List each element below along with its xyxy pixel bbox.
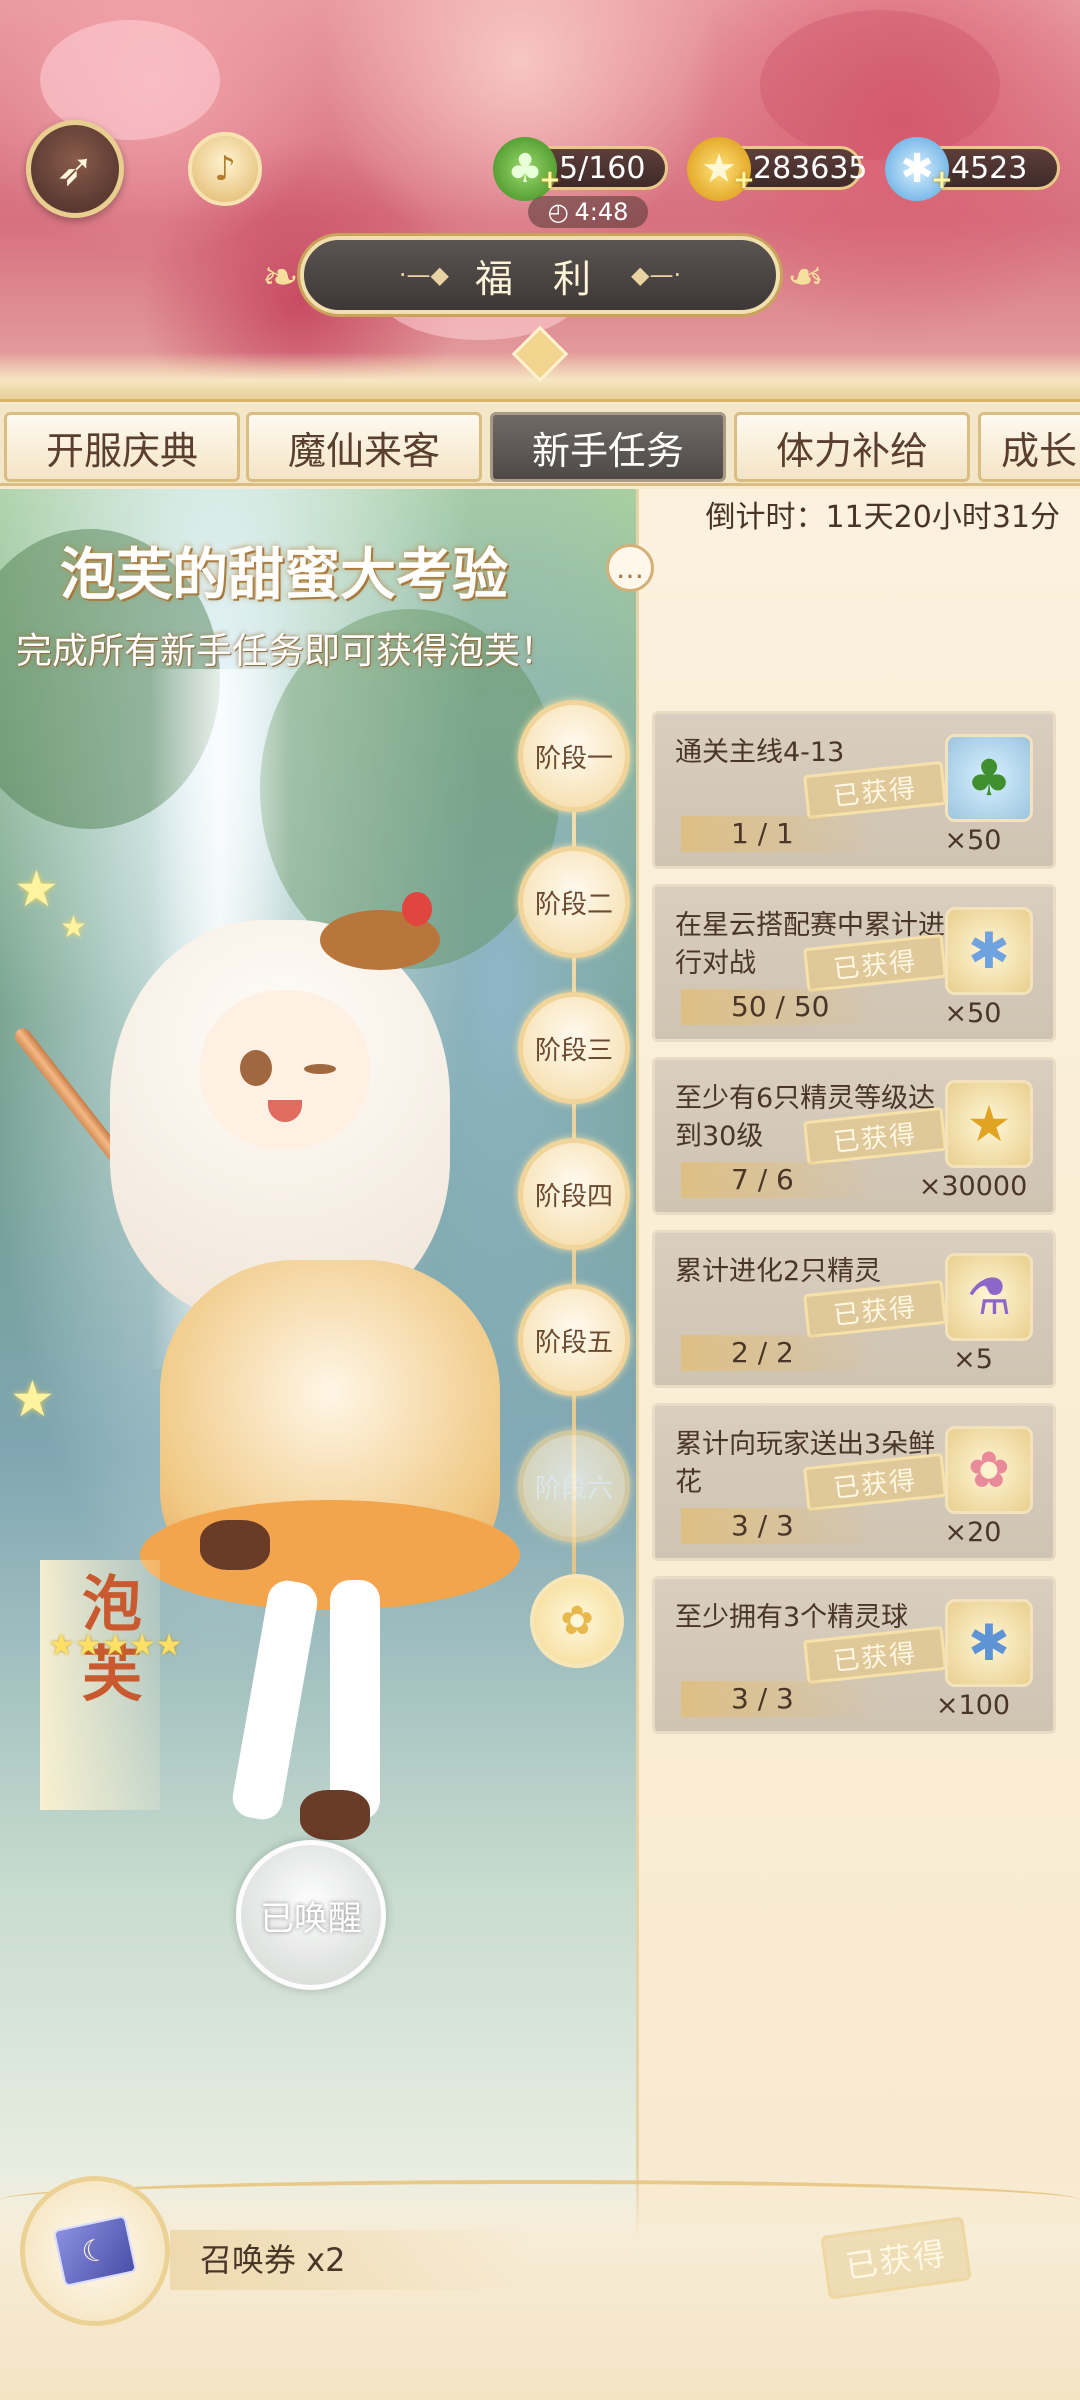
page-title-banner: ·—◆ 福 利 ◆—· (300, 236, 780, 314)
star-icon: ★ (101, 1628, 129, 1663)
task-progress: 3 / 3 (681, 1681, 881, 1717)
gold-value: 283635 (753, 150, 868, 186)
stage-label: 阶段四 (534, 1181, 613, 1212)
back-button[interactable]: ➶ (26, 120, 124, 218)
strawberry-drawing (402, 892, 432, 926)
tab-label: 体力补给 (775, 428, 928, 473)
task-card: 至少有6只精灵等级达到30级 已获得 7 / 6 ★ ×30000 (652, 1057, 1056, 1215)
star-icon: ★ (10, 1370, 55, 1428)
task-card: 累计进化2只精灵 已获得 2 / 2 ⚗ ×5 (652, 1230, 1056, 1388)
tab-growth[interactable]: 成长 (978, 412, 1080, 482)
title-decoration-left: ·—◆ (398, 261, 449, 289)
leg-drawing (330, 1580, 380, 1820)
tab-label: 成长 (1001, 428, 1078, 473)
tab-opening-celebration[interactable]: 开服庆典 (4, 412, 240, 482)
crystal-ball-icon: ✱ (945, 1599, 1033, 1687)
flower-icon: ✿ (945, 1426, 1033, 1514)
task-progress: 3 / 3 (681, 1508, 881, 1544)
eye-drawing (240, 1050, 272, 1086)
task-progress: 50 / 50 (681, 989, 881, 1025)
reward-count: ×50 (944, 998, 1002, 1029)
shoe-drawing (300, 1790, 370, 1840)
awakened-label: 已唤醒 (260, 1898, 362, 1939)
star-icon: ★ (128, 1628, 156, 1663)
reward-count: ×100 (935, 1690, 1011, 1721)
task-progress: 7 / 6 (681, 1162, 881, 1198)
clover-icon: ♣ (945, 734, 1033, 822)
tab-label: 新手任务 (531, 428, 684, 473)
stage-node-3[interactable]: 阶段三 (518, 992, 630, 1104)
task-progress: 2 / 2 (681, 1335, 881, 1371)
event-subtitle: 完成所有新手任务即可获得泡芙！ (16, 631, 557, 672)
task-progress: 1 / 1 (681, 816, 881, 852)
reward-count: ×50 (944, 825, 1002, 856)
summon-ticket-icon: ☾ (52, 2214, 138, 2288)
eye-drawing (304, 1064, 336, 1074)
info-bubble-icon[interactable]: … (606, 544, 654, 592)
bottom-arc-divider (0, 2180, 1080, 2220)
stage-label: 阶段三 (534, 1035, 613, 1066)
star-icon: ★ (74, 1628, 102, 1663)
shoe-drawing (200, 1520, 270, 1570)
tab-stamina-supply[interactable]: 体力补给 (734, 412, 970, 482)
task-card: 至少拥有3个精灵球 已获得 3 / 3 ✱ ×100 (652, 1576, 1056, 1734)
task-card: 在星云搭配赛中累计进行对战 已获得 50 / 50 ✱ ×50 (652, 884, 1056, 1042)
stage-node-1[interactable]: 阶段一 (518, 700, 630, 812)
stage-node-6[interactable]: 阶段六 (518, 1430, 630, 1542)
tab-newbie-tasks[interactable]: 新手任务 (490, 412, 726, 482)
welfare-screen: ➶ ♪ ♣ + 5/160 ◴ 4:48 ★ + 283635 ✱ + 4523… (0, 0, 1080, 2400)
stage-label: 阶段六 (534, 1473, 613, 1504)
reward-count: ×30000 (918, 1171, 1028, 1202)
star-icon: ★ (60, 910, 87, 945)
page-title: 福 利 (474, 256, 606, 301)
final-reward-icon-frame[interactable]: ☾ (20, 2176, 170, 2326)
event-countdown: 倒计时：11天20小时31分 (705, 500, 1060, 535)
clock-icon: ◴ (547, 198, 569, 226)
awakened-button[interactable]: 已唤醒 (236, 1840, 386, 1990)
reward-count: ×5 (953, 1344, 993, 1375)
stage-end-bow-icon: ✿ (530, 1574, 624, 1668)
stage-label: 阶段二 (534, 889, 613, 920)
coin-icon: ★ (945, 1080, 1033, 1168)
crystal-icon: ✱ (945, 907, 1033, 995)
stage-label: 阶段一 (534, 743, 613, 774)
event-title: 泡芙的甜蜜大考验 (60, 543, 508, 608)
tab-label: 开服庆典 (45, 428, 198, 473)
stamina-counter[interactable]: ♣ + 5/160 (493, 137, 668, 201)
task-card: 通关主线4-13 已获得 1 / 1 ♣ ×50 (652, 711, 1056, 869)
face-drawing (200, 990, 370, 1150)
stamina-timer-value: 4:48 (574, 198, 629, 226)
stamina-value: 5/160 (559, 150, 646, 186)
task-card: 累计向玩家送出3朵鲜花 已获得 3 / 3 ✿ ×20 (652, 1403, 1056, 1561)
plus-icon: + (931, 165, 953, 195)
notification-button[interactable]: ♪ (188, 132, 262, 206)
mouth-drawing (268, 1100, 302, 1122)
gold-counter[interactable]: ★ + 283635 (687, 137, 868, 201)
petal-decoration (760, 10, 1000, 160)
tab-bar: 开服庆典 魔仙来客 新手任务 体力补给 成长 (0, 404, 1080, 486)
bell-icon: ♪ (214, 149, 236, 189)
title-decoration-right: ◆—· (631, 261, 682, 289)
crystal-counter[interactable]: ✱ + 4523 (885, 137, 1060, 201)
rarity-stars: ★★★★★ (48, 1628, 183, 1664)
final-reward-label: 召唤券 x2 (170, 2230, 530, 2290)
star-icon: ★ (48, 1628, 75, 1663)
back-arrow-icon: ➶ (55, 142, 95, 196)
stage-node-2[interactable]: 阶段二 (518, 846, 630, 958)
reward-count: ×20 (944, 1517, 1002, 1548)
tab-visitors[interactable]: 魔仙来客 (246, 412, 482, 482)
stage-label: 阶段五 (534, 1327, 613, 1358)
tab-label: 魔仙来客 (287, 428, 440, 473)
plus-icon: + (539, 165, 561, 195)
potion-icon: ⚗ (945, 1253, 1033, 1341)
stage-node-5[interactable]: 阶段五 (518, 1284, 630, 1396)
stamina-timer: ◴ 4:48 (528, 196, 648, 228)
leg-drawing (229, 1577, 321, 1823)
star-icon: ★ (14, 860, 59, 918)
plus-icon: + (733, 165, 755, 195)
star-icon: ★ (155, 1628, 183, 1663)
crystal-value: 4523 (951, 150, 1028, 186)
stage-node-4[interactable]: 阶段四 (518, 1138, 630, 1250)
